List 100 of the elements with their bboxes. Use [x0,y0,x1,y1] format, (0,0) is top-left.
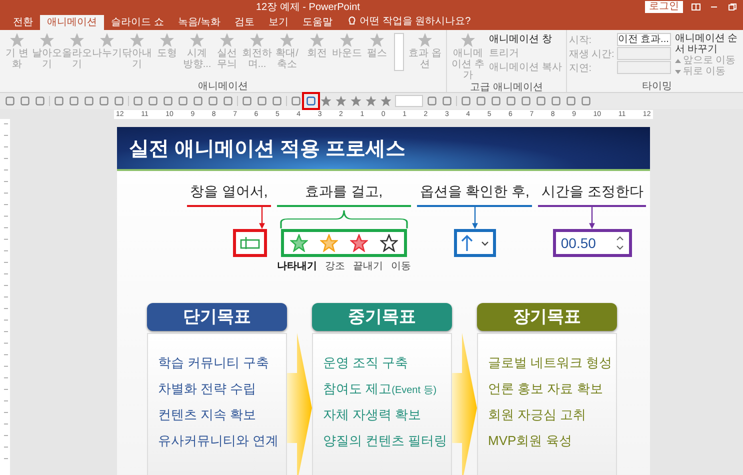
duration-value: 00.50 [560,235,596,251]
toolbar-icon[interactable] [580,95,592,107]
goal-item: MVP회원 육성 [488,432,573,450]
goal-item: 운영 조직 구축 [323,354,410,372]
toolbar-icon[interactable] [192,95,204,107]
restore-icon[interactable] [727,3,737,11]
toolbar-icon[interactable] [490,95,502,107]
step-label: 효과를 걸고, [276,183,411,207]
animation-pane-button[interactable] [232,229,267,257]
toolbar-icon[interactable] [34,95,46,107]
caret-icon [480,240,489,246]
star-icon [339,32,355,48]
timing-spinner-field[interactable] [616,47,671,60]
toolbar-icon[interactable] [475,95,487,107]
star-icon [309,32,325,48]
goal-item: 유사커뮤니티와 연계 [158,432,280,450]
step-label: 창을 열어서, [187,183,271,207]
effect-star-icon[interactable] [350,234,368,252]
effect-category-label[interactable]: 끝내기 [352,259,383,273]
star-icon [39,32,55,48]
toolbar-field[interactable] [395,95,423,107]
effect-star-icon[interactable] [320,234,338,252]
group-label: 애니메이션 [197,81,249,92]
toolbar-icon[interactable] [113,95,125,107]
star-icon [279,32,295,48]
toolbar-icon[interactable] [550,95,562,107]
tell-me-text: 어떤 작업을 원하시나요? [360,15,471,28]
ribbon-display-icon[interactable] [691,3,701,11]
star-icon[interactable] [350,95,362,107]
toolbar-icon[interactable] [441,95,453,107]
toolbar-icon[interactable] [83,95,95,107]
goal-item: 자체 자생력 확보 [323,406,422,424]
ribbon-tab[interactable]: 녹음/녹화 [170,15,228,30]
reorder-title: 애니메이션 순서 바꾸기 [674,33,739,55]
login-button[interactable]: 로그인 [645,1,683,13]
toolbar-icon[interactable] [256,95,268,107]
toolbar-icon[interactable] [222,95,234,107]
ribbon-tab[interactable]: 검토 [228,15,262,30]
toolbar-icon[interactable] [147,95,159,107]
star-icon[interactable] [320,95,332,107]
group-label: 타이밍 [640,81,673,92]
star-icon [189,32,205,48]
star-icon[interactable] [365,95,377,107]
toolbar-icon[interactable] [98,95,110,107]
ribbon-tab[interactable]: 애니메이션 [40,15,104,30]
spinner-arrows-icon [616,235,624,251]
toolbar-icon[interactable] [460,95,472,107]
toolbar-icon[interactable] [426,95,438,107]
goal-item: 차별화 전략 수립 [158,380,258,398]
ribbon-tab[interactable]: 도움말 [296,15,340,30]
effect-category-label[interactable]: 이동 [390,259,411,273]
toolbar-icon[interactable] [162,95,174,107]
effect-star-icon[interactable] [380,234,398,252]
star-icon [129,32,145,48]
star-icon[interactable] [380,95,392,107]
star-icon [9,32,25,48]
lightbulb-icon [348,16,356,26]
toolbar-icon[interactable] [19,95,31,107]
toolbar-icon[interactable] [520,95,532,107]
toolbar-icon[interactable] [4,95,16,107]
add-animation-button[interactable]: 애니메이션 추가 [449,31,487,82]
duration-spinner[interactable]: 00.50 [552,229,632,257]
card-title: 장기목표 [477,303,617,331]
toolbar-icon[interactable] [241,95,253,107]
goal-item: 양질의 컨텐츠 필터링 [323,432,448,450]
effect-star-icon[interactable] [290,234,308,252]
direction-dropdown[interactable] [454,229,496,257]
goal-item: 글로벌 네트워크 형성 [488,354,614,372]
toolbar-icon[interactable] [207,95,219,107]
timing-spinner-field[interactable] [616,61,671,74]
toolbar-icon[interactable] [132,95,144,107]
group-label: 고급 애니메이션 [469,82,544,93]
star-icon [369,32,385,48]
toolbar-icon[interactable] [68,95,80,107]
tell-me-search[interactable]: 어떤 작업을 원하시나요? [348,14,471,28]
toolbar-icon[interactable] [290,95,302,107]
window-title: 12장 예제 - PowerPoint [256,1,360,14]
toolbar-icon[interactable] [505,95,517,107]
star-icon [159,32,175,48]
card-title: 중기목표 [312,303,452,331]
advanced-animation-button[interactable]: 애니메이션 창 [487,33,564,46]
step-label: 옵션을 확인한 후, [416,183,532,207]
toolbar-icon[interactable] [53,95,65,107]
effect-category-label[interactable]: 나타내기 [276,259,317,273]
effect-category-label[interactable]: 강조 [324,259,345,273]
toolbar-icon[interactable] [305,95,317,107]
step-label: 시간을 조정한다 [538,183,646,207]
star-icon [249,32,265,48]
goal-item: 컨텐츠 지속 확보 [158,406,258,424]
star-icon[interactable] [335,95,347,107]
star-icon [219,32,235,48]
toolbar-icon[interactable] [535,95,547,107]
star-icon [417,32,433,48]
ribbon-tab[interactable]: 전환 [6,15,40,30]
ribbon-tab[interactable]: 슬라이드 쇼 [104,15,171,30]
timing-label: 시작: [568,34,593,46]
toolbar-icon[interactable] [271,95,283,107]
ribbon-tab[interactable]: 보기 [262,15,296,30]
toolbar-icon[interactable] [565,95,577,107]
toolbar-icon[interactable] [177,95,189,107]
